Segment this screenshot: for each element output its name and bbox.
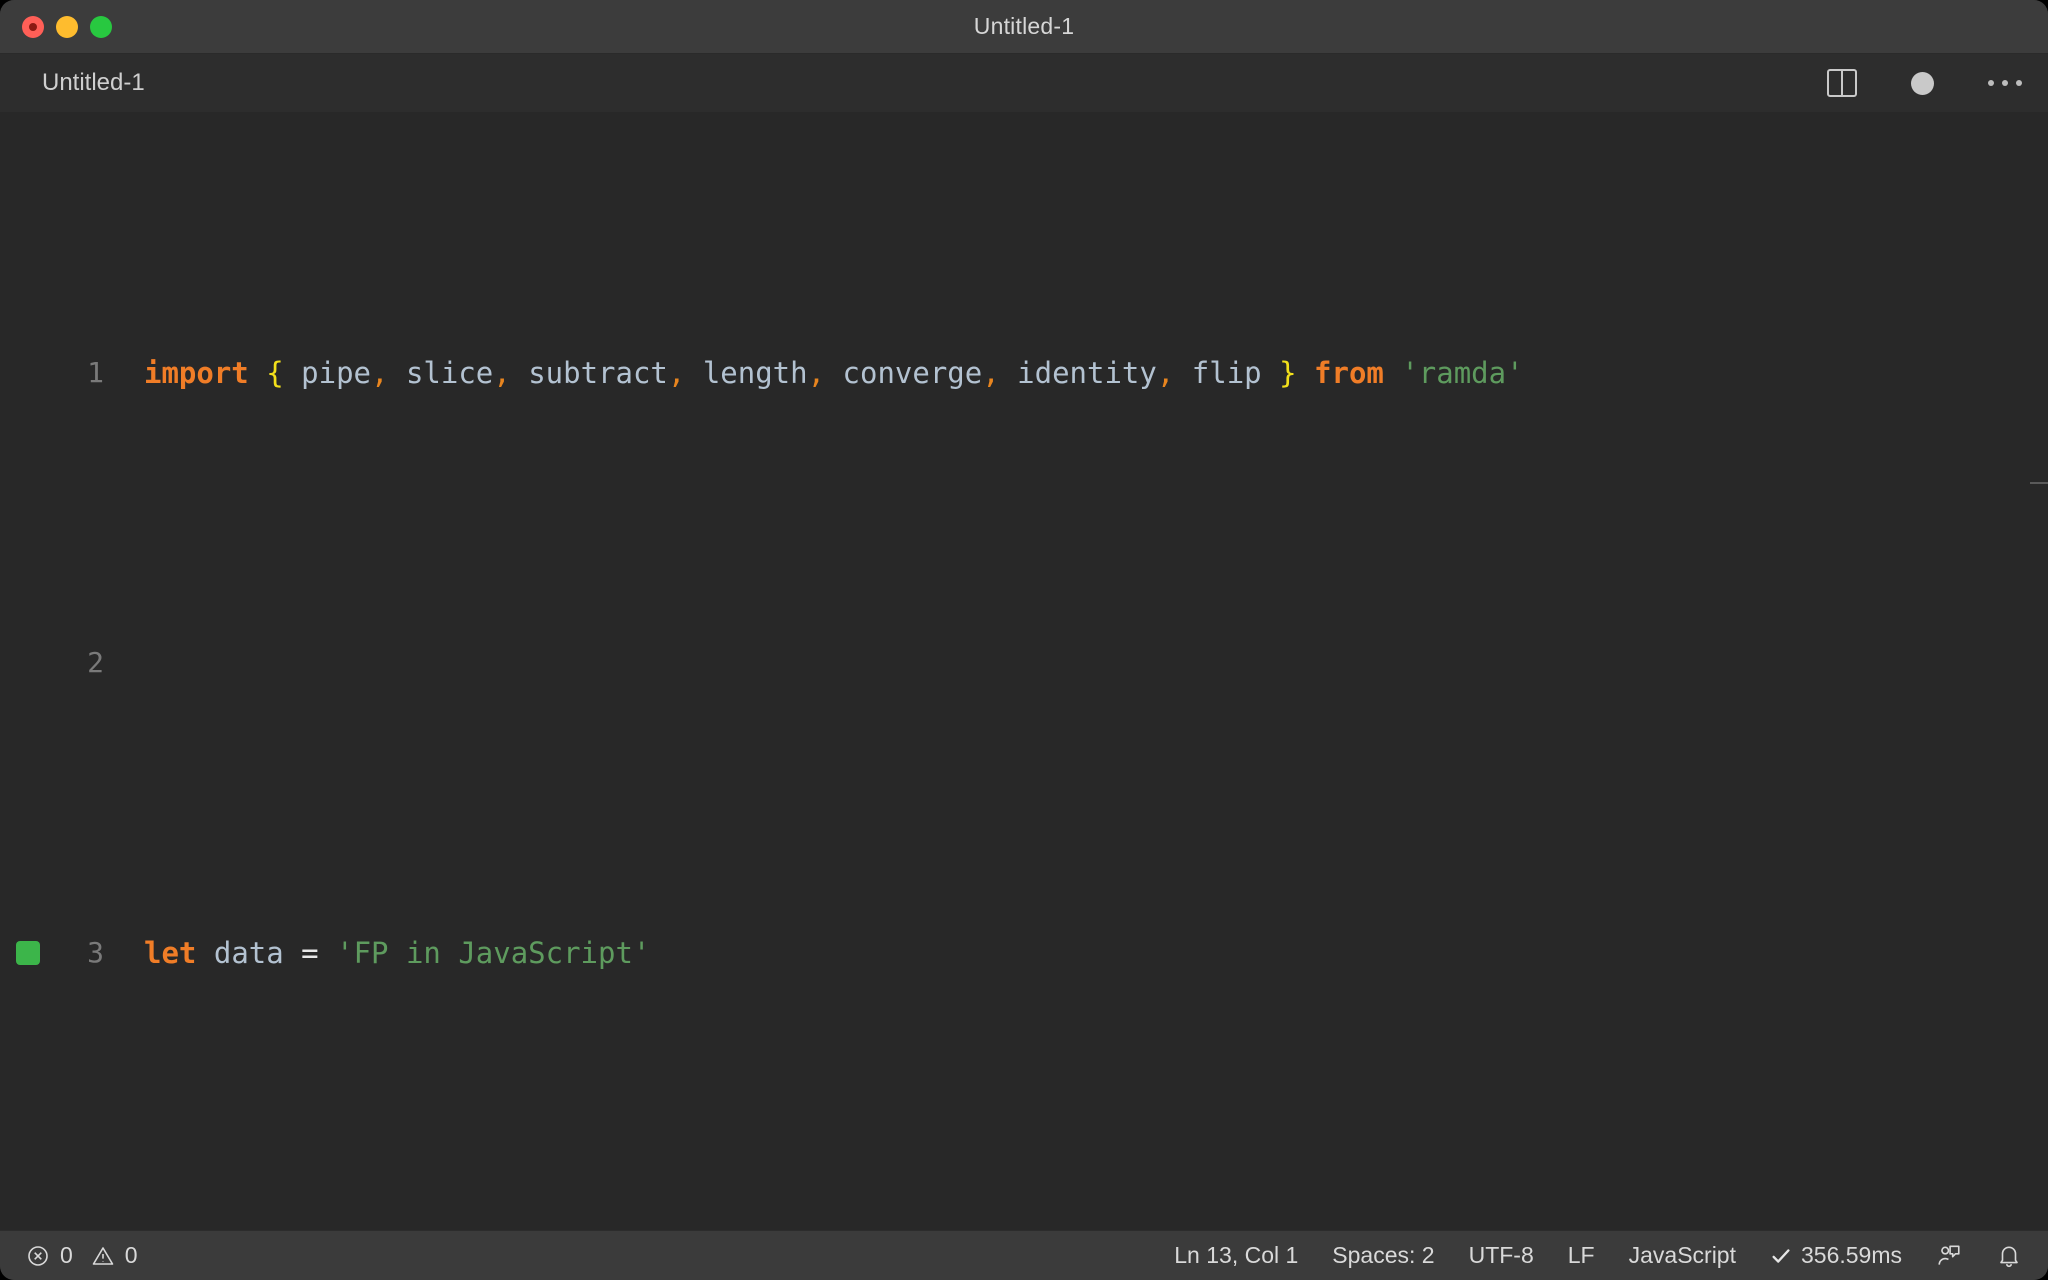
token-comma: , — [493, 356, 511, 390]
editor-window: Untitled-1 Untitled-1 1 import { pipe, s… — [0, 0, 2048, 1280]
line-number: 4 — [0, 1214, 130, 1230]
status-language-mode[interactable]: JavaScript — [1629, 1242, 1736, 1269]
status-encoding[interactable]: UTF-8 — [1469, 1242, 1534, 1269]
token-comma: , — [1156, 356, 1175, 390]
code-line: 1 import { pipe, slice, subtract, length… — [0, 344, 2048, 402]
status-run-time[interactable]: 356.59ms — [1770, 1242, 1902, 1269]
quokka-coverage-marker — [16, 941, 40, 965]
window-titlebar: Untitled-1 — [0, 0, 2048, 54]
token-length: length — [702, 356, 808, 390]
code-line: 4 — [0, 1214, 2048, 1230]
more-actions-icon[interactable] — [1988, 80, 2022, 86]
token-converge: converge — [842, 356, 983, 390]
code-editor[interactable]: 1 import { pipe, slice, subtract, length… — [0, 112, 2048, 1230]
token-brace-open: { — [266, 356, 284, 390]
editor-tabbar: Untitled-1 — [0, 54, 2048, 112]
status-problems[interactable]: 0 0 — [26, 1242, 138, 1269]
token-pipe: pipe — [301, 356, 372, 390]
editor-actions — [1827, 54, 2022, 112]
window-title: Untitled-1 — [973, 13, 1075, 39]
token-module-string: 'ramda' — [1401, 356, 1524, 390]
token-flip: flip — [1191, 356, 1262, 390]
token-comma: , — [667, 356, 686, 390]
status-eol[interactable]: LF — [1568, 1242, 1595, 1269]
token-subtract: subtract — [528, 356, 668, 390]
status-bar: 0 0 Ln 13, Col 1 Spaces: 2 UTF-8 LF Java… — [0, 1230, 2048, 1280]
error-circle-icon — [26, 1244, 50, 1268]
token-keyword-from: from — [1314, 356, 1384, 390]
run-time-value: 356.59ms — [1800, 1242, 1902, 1268]
status-indentation[interactable]: Spaces: 2 — [1332, 1242, 1434, 1269]
split-editor-icon[interactable] — [1827, 69, 1857, 97]
token-identity: identity — [1017, 356, 1157, 390]
token-comma: , — [807, 356, 826, 390]
code-line: 3 let data = 'FP in JavaScript' — [0, 924, 2048, 982]
minimize-button[interactable] — [56, 15, 78, 38]
check-icon — [1770, 1245, 1792, 1267]
line-content: let data = 'FP in JavaScript' — [130, 924, 2048, 982]
token-comma: , — [982, 356, 1000, 390]
warning-count: 0 — [124, 1242, 138, 1268]
tab-label: Untitled-1 — [42, 69, 145, 96]
token-slice: slice — [405, 356, 494, 390]
maximize-button[interactable] — [90, 15, 112, 38]
warning-triangle-icon — [91, 1244, 115, 1268]
token-keyword: import — [144, 356, 249, 390]
feedback-person-icon[interactable] — [1936, 1243, 1962, 1269]
token-string: 'FP in JavaScript' — [336, 936, 651, 970]
editor-vertical-scrollbar[interactable] — [2030, 112, 2048, 1230]
scrollbar-thumb[interactable] — [2030, 482, 2048, 484]
token-operator-equals: = — [301, 936, 319, 970]
error-count: 0 — [60, 1242, 73, 1268]
status-cursor-position[interactable]: Ln 13, Col 1 — [1174, 1242, 1298, 1269]
code-lines: 1 import { pipe, slice, subtract, length… — [0, 112, 2048, 1230]
token-keyword-let: let — [144, 936, 197, 970]
line-number: 1 — [87, 356, 104, 389]
code-line: 2 — [0, 634, 2048, 692]
window-traffic-lights — [22, 15, 112, 38]
token-brace-close: } — [1279, 356, 1297, 390]
tab-untitled-1[interactable]: Untitled-1 — [0, 54, 171, 112]
token-identifier-data: data — [213, 936, 284, 970]
unsaved-dot-icon[interactable] — [1911, 71, 1934, 95]
line-number: 2 — [87, 646, 104, 679]
line-content: import { pipe, slice, subtract, length, … — [130, 344, 2048, 402]
token-comma: , — [371, 356, 389, 390]
status-right-group: Ln 13, Col 1 Spaces: 2 UTF-8 LF JavaScri… — [1174, 1242, 2022, 1269]
close-button[interactable] — [22, 15, 44, 38]
notifications-bell-icon[interactable] — [1996, 1243, 2022, 1269]
